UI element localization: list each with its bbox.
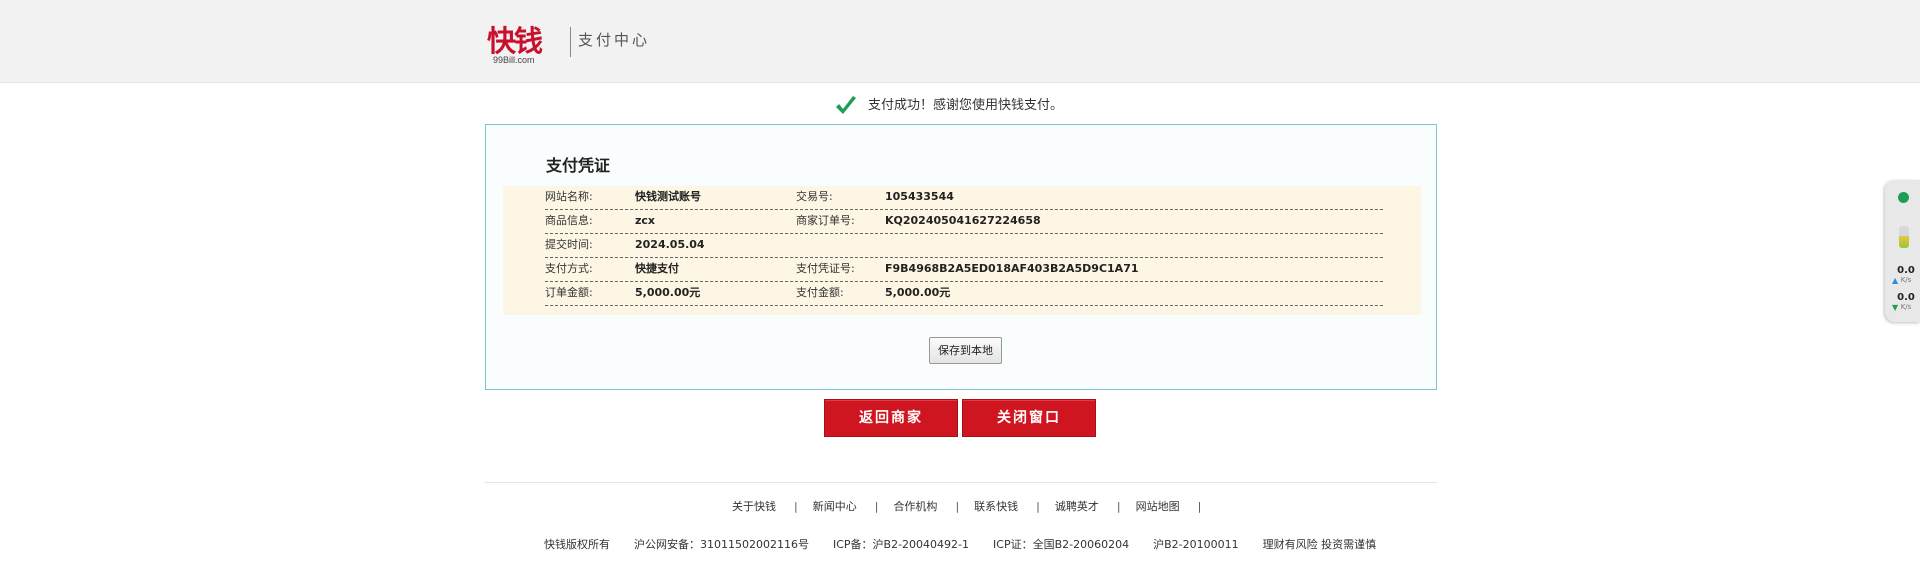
payment-success-notice: 支付成功！感谢您使用快钱支付。 (834, 94, 1063, 118)
row-label: 订单金额: (545, 286, 593, 299)
row-label: 商品信息: (545, 214, 593, 227)
payment-receipt: 支付凭证 网站名称: 快钱测试账号 交易号: 105433544 商品信息: z… (485, 124, 1437, 390)
upload-speed: 0.0 (1897, 265, 1915, 276)
download-unit: K/s (1900, 303, 1912, 311)
kuaiqian-logo[interactable]: 快钱 99Bill.com (487, 24, 562, 68)
row-value: KQ202405041627224658 (885, 214, 1041, 227)
row-value: 5,000.00元 (635, 286, 701, 299)
receipt-row: 提交时间: 2024.05.04 (545, 234, 1383, 258)
copyright-text: 快钱版权所有 (544, 538, 610, 551)
checkmark-icon (836, 96, 856, 114)
usage-gauge-icon (1899, 226, 1909, 248)
return-to-merchant-button[interactable]: 返回商家 (824, 399, 958, 437)
receipt-title: 支付凭证 (546, 156, 611, 175)
footer-link-about[interactable]: 关于快钱 (732, 498, 776, 514)
footer-link-partners[interactable]: 合作机构 (893, 498, 937, 514)
link-separator: | (1036, 499, 1040, 513)
footer-link-careers[interactable]: 诚聘英才 (1055, 498, 1099, 514)
telecom-license: 沪B2-20100011 (1153, 538, 1239, 551)
receipt-row: 商品信息: zcx 商家订单号: KQ202405041627224658 (545, 210, 1383, 234)
page-header: 快钱 99Bill.com 支付中心 (0, 0, 1920, 83)
row-value: 5,000.00元 (885, 286, 951, 299)
footer-links: 关于快钱 | 新闻中心 | 合作机构 | 联系快钱 | 诚聘英才 | 网站地图 | (732, 498, 1216, 514)
logo-domain-text: 99Bill.com (493, 55, 535, 65)
download-speed: 0.0 (1897, 292, 1915, 303)
page-title: 支付中心 (578, 31, 651, 49)
row-value: zcx (635, 214, 656, 227)
icp-record: ICP备：沪B2-20040492-1 (832, 538, 970, 551)
footer-link-contact[interactable]: 联系快钱 (974, 498, 1018, 514)
receipt-row: 网站名称: 快钱测试账号 交易号: 105433544 (545, 186, 1383, 210)
row-value: 105433544 (885, 190, 954, 203)
footer-divider (485, 482, 1437, 483)
status-dot-icon (1898, 192, 1909, 203)
risk-notice: 理财有风险 投资需谨慎 (1262, 538, 1377, 551)
link-separator: | (794, 499, 798, 513)
link-separator: | (874, 499, 879, 513)
footer-link-news[interactable]: 新闻中心 (813, 498, 857, 514)
row-value: 2024.05.04 (635, 238, 705, 251)
link-separator: | (1197, 499, 1202, 513)
receipt-row: 支付方式: 快捷支付 支付凭证号: F9B4968B2A5ED018AF403B… (545, 258, 1383, 282)
public-security-record: 沪公网安备：31011502002116号 (634, 538, 809, 551)
receipt-row: 订单金额: 5,000.00元 支付金额: 5,000.00元 (545, 282, 1383, 306)
row-label: 支付金额: (796, 286, 844, 299)
row-value: 快捷支付 (635, 262, 679, 275)
row-label: 网站名称: (545, 190, 593, 203)
row-value: F9B4968B2A5ED018AF403B2A5D9C1A71 (885, 262, 1139, 275)
icp-license: ICP证：全国B2-20060204 (993, 538, 1130, 551)
success-message: 支付成功！感谢您使用快钱支付。 (868, 98, 1064, 113)
link-separator: | (955, 499, 960, 513)
logo-brand-text: 快钱 (487, 24, 543, 58)
row-label: 支付凭证号: (796, 262, 855, 275)
footer-link-sitemap[interactable]: 网站地图 (1136, 498, 1180, 514)
row-label: 商家订单号: (796, 214, 855, 227)
footer-copyright: 快钱版权所有 沪公网安备：31011502002116号 ICP备：沪B2-20… (544, 536, 1376, 552)
row-label: 支付方式: (545, 262, 593, 275)
row-label: 交易号: (796, 190, 833, 203)
receipt-info-table: 网站名称: 快钱测试账号 交易号: 105433544 商品信息: zcx 商家… (503, 186, 1421, 315)
close-window-button[interactable]: 关闭窗口 (962, 399, 1096, 437)
network-speed-widget[interactable]: 0.0 ▲ K/s 0.0 ▼ K/s (1885, 180, 1920, 322)
header-divider (570, 27, 571, 57)
link-separator: | (1116, 499, 1121, 513)
save-to-local-button[interactable]: 保存到本地 (929, 337, 1002, 364)
row-value: 快钱测试账号 (635, 190, 701, 203)
upload-unit: K/s (1900, 276, 1912, 284)
row-label: 提交时间: (545, 238, 593, 251)
